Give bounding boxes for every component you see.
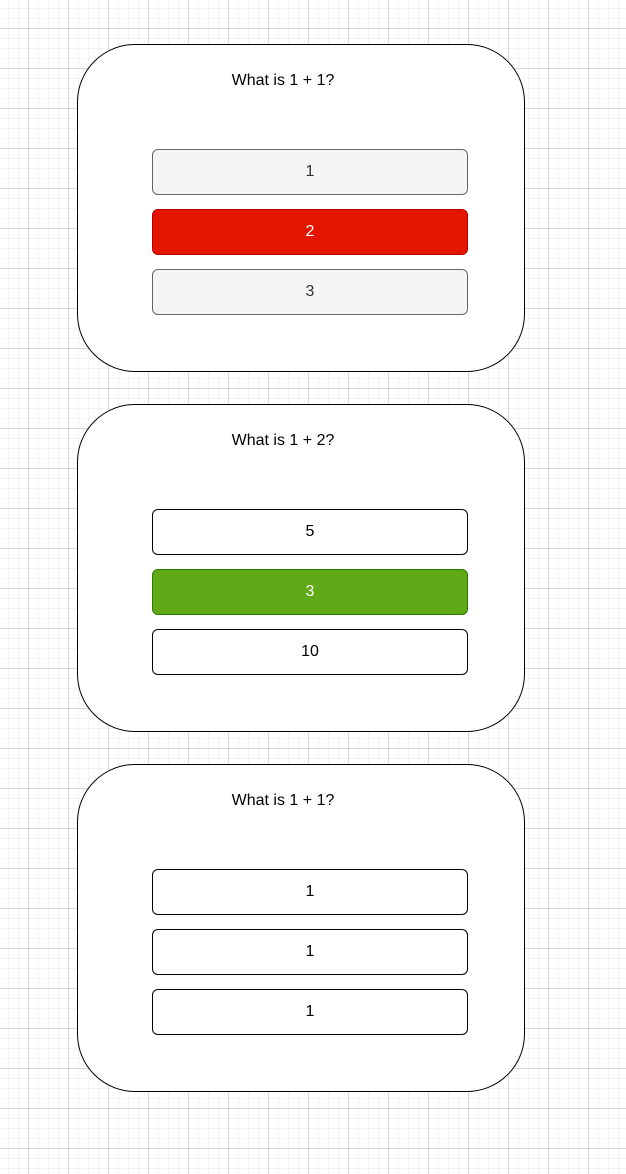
answer-option-default[interactable]: 1 [152, 929, 468, 975]
answer-option-neutral[interactable]: 3 [152, 269, 468, 315]
answer-option-neutral[interactable]: 1 [152, 149, 468, 195]
answer-option-default[interactable]: 1 [152, 989, 468, 1035]
answer-option-default[interactable]: 1 [152, 869, 468, 915]
quiz-card-2: What is 1 + 2? 5 3 10 [77, 404, 525, 732]
question-text: What is 1 + 1? [231, 792, 335, 809]
quiz-card-1: What is 1 + 1? 1 2 3 [77, 44, 525, 372]
quiz-card-3: What is 1 + 1? 1 1 1 [77, 764, 525, 1092]
question-text: What is 1 + 2? [231, 432, 335, 449]
answer-option-correct[interactable]: 3 [152, 569, 468, 615]
answer-option-default[interactable]: 5 [152, 509, 468, 555]
question-text: What is 1 + 1? [231, 72, 335, 89]
answer-option-default[interactable]: 10 [152, 629, 468, 675]
answer-option-wrong[interactable]: 2 [152, 209, 468, 255]
